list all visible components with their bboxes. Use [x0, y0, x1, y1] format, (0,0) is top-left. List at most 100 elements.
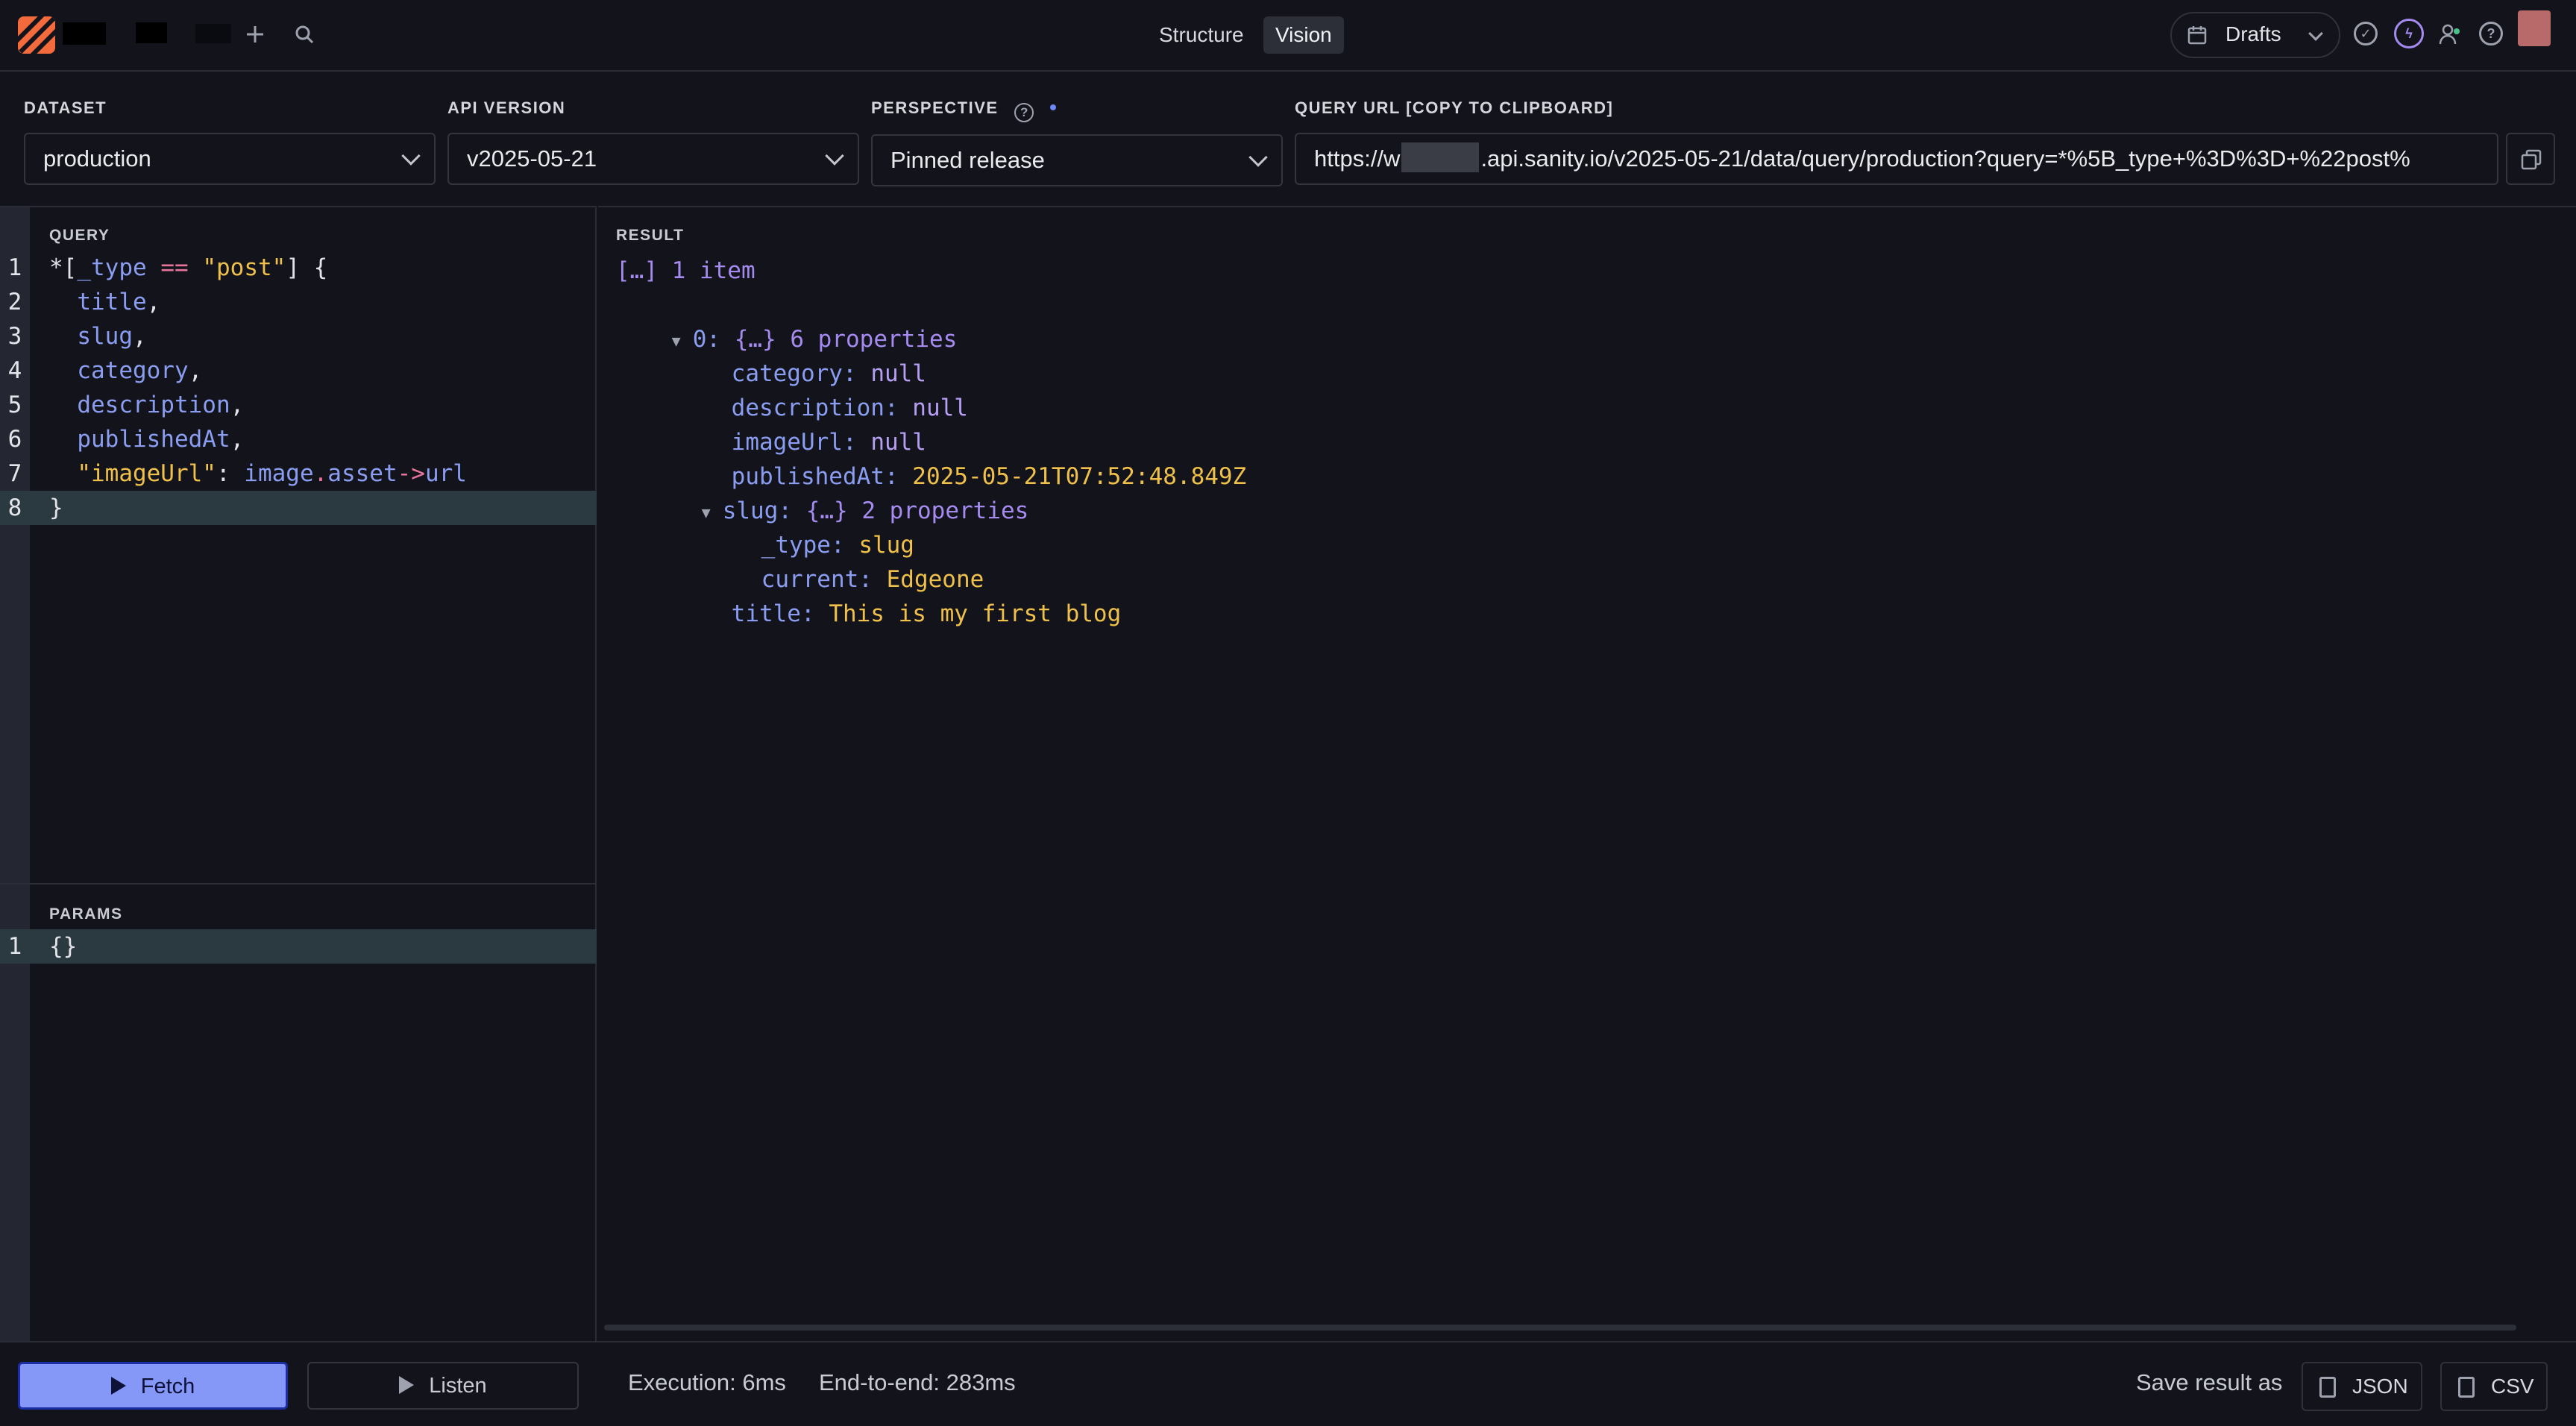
api-version-value: v2025-05-21: [467, 145, 597, 172]
code-line[interactable]: 2 title,: [0, 285, 597, 319]
redacted-project-name-2: [136, 22, 167, 43]
sanity-logo[interactable]: [18, 16, 55, 54]
result-label: RESULT: [616, 227, 685, 244]
code-line[interactable]: 5 description,: [0, 388, 597, 422]
horizontal-scrollbar[interactable]: [604, 1325, 2516, 1331]
tab-structure[interactable]: Structure: [1147, 16, 1256, 54]
code-token: {}: [49, 933, 78, 960]
code-text: category,: [49, 354, 202, 388]
code-token: description: [77, 392, 230, 418]
code-line[interactable]: 6 publishedAt,: [0, 422, 597, 456]
perspective-label: PERSPECTIVE ?: [871, 98, 1056, 122]
save-result-label: Save result as: [2136, 1369, 2283, 1395]
code-token: }: [49, 494, 63, 521]
line-number: 2: [7, 289, 22, 315]
fetch-label: Fetch: [140, 1375, 195, 1398]
bolt-circle-icon[interactable]: ϟ: [2394, 19, 2424, 48]
code-token: title: [77, 289, 147, 315]
redacted-project-name: [63, 22, 106, 45]
params-editor[interactable]: PARAMS 1 {}: [0, 883, 597, 1341]
perspective-select[interactable]: Pinned release: [871, 134, 1283, 186]
end-to-end-time: End-to-end: 283ms: [819, 1369, 1016, 1395]
code-token: asset: [327, 460, 398, 487]
line-number: 8: [7, 494, 22, 521]
code-token: .: [313, 460, 328, 487]
avatar[interactable]: [2518, 10, 2551, 46]
dataset-select[interactable]: production: [24, 133, 436, 185]
query-url-field[interactable]: https://w .api.sanity.io/v2025-05-21/data…: [1295, 133, 2498, 185]
status-dot: [1049, 104, 1056, 110]
code-token: "imageUrl": [77, 460, 216, 487]
query-editor[interactable]: QUERY 1 *[_type == "post"] {2 title, 3 slu…: [0, 206, 597, 883]
line-number: 6: [7, 426, 22, 453]
params-label: PARAMS: [49, 905, 123, 923]
code-token: ==: [160, 254, 189, 281]
query-label: QUERY: [49, 227, 110, 244]
field-key: title:: [731, 600, 815, 627]
search-icon[interactable]: [291, 21, 318, 48]
code-token: ,: [146, 289, 161, 315]
listen-button[interactable]: Listen: [307, 1362, 579, 1410]
execution-time: Execution: 6ms: [628, 1369, 786, 1395]
code-text: title,: [49, 285, 160, 319]
people-icon[interactable]: [2436, 19, 2466, 49]
code-token: slug: [77, 323, 133, 350]
line-number: 1: [7, 933, 22, 960]
chevron-down-icon: [401, 146, 421, 166]
code-line[interactable]: 8}: [0, 491, 597, 525]
code-token: image: [244, 460, 314, 487]
plus-icon[interactable]: [242, 21, 268, 48]
line-number: 4: [7, 357, 22, 384]
query-url-start: https://w: [1314, 145, 1401, 172]
top-bar: Structure Vision Drafts ✓ ϟ ?: [0, 0, 2576, 72]
code-text: publishedAt,: [49, 422, 244, 456]
code-text: *[_type == "post"] {: [49, 251, 327, 285]
chevron-down-icon: [825, 146, 844, 166]
code-line[interactable]: 1 {}: [0, 929, 597, 964]
line-number: 7: [7, 460, 22, 487]
code-token: url: [424, 460, 467, 487]
code-token: ] {: [286, 254, 328, 281]
code-text: }: [49, 491, 63, 525]
save-csv-button[interactable]: CSV: [2440, 1362, 2548, 1411]
help-icon[interactable]: ?: [2479, 22, 2503, 45]
csv-label: CSV: [2491, 1375, 2534, 1398]
code-token: ,: [132, 323, 147, 350]
save-json-button[interactable]: JSON: [2302, 1362, 2422, 1411]
code-token: ,: [188, 357, 203, 384]
perspective-menu-button[interactable]: Drafts: [2170, 12, 2340, 58]
tab-vision[interactable]: Vision: [1263, 16, 1344, 54]
perspective-menu-label: Drafts: [2225, 22, 2281, 45]
code-line[interactable]: 4 category,: [0, 354, 597, 388]
code-token: ,: [230, 426, 245, 453]
copy-url-button[interactable]: [2506, 133, 2555, 185]
code-line[interactable]: 3 slug,: [0, 319, 597, 354]
code-token: _type: [77, 254, 147, 281]
dataset-value: production: [43, 145, 151, 172]
dataset-label: DATASET: [24, 98, 107, 117]
line-number: 1: [7, 254, 22, 281]
chevron-down-icon: [1248, 148, 1268, 167]
help-icon[interactable]: ?: [1014, 103, 1034, 122]
check-circle-icon[interactable]: ✓: [2354, 22, 2378, 45]
code-line[interactable]: 1 *[_type == "post"] {: [0, 251, 597, 285]
code-line[interactable]: 7 "imageUrl": image.asset->url: [0, 456, 597, 491]
bottom-bar: Fetch Listen Execution: 6ms End-to-end: …: [0, 1341, 2576, 1426]
listen-label: Listen: [429, 1374, 487, 1398]
code-token: ->: [397, 460, 425, 487]
fetch-button[interactable]: Fetch: [18, 1362, 288, 1410]
json-label: JSON: [2352, 1375, 2408, 1398]
redacted-project-name-3: [195, 24, 231, 43]
result-panel: RESULT […] 1 item ▼ 0: {…} 6 properties c…: [598, 206, 2576, 1341]
field-value: This is my first blog: [829, 600, 1122, 627]
document-icon: [2319, 1377, 2336, 1398]
api-version-select[interactable]: v2025-05-21: [447, 133, 859, 185]
play-icon: [110, 1377, 126, 1395]
